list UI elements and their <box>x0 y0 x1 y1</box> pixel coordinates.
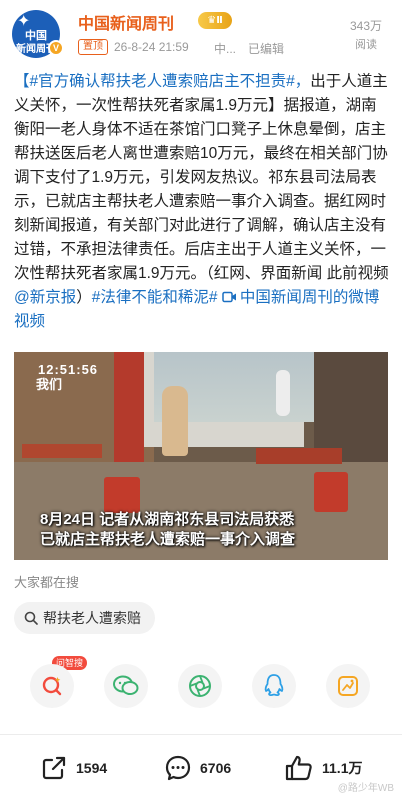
watermark: @路少年WB <box>337 783 394 794</box>
repost-button[interactable]: 1594 <box>40 754 107 782</box>
post-source: 中... <box>214 42 237 56</box>
like-count: 11.1万 <box>322 760 363 776</box>
video-caption-line2: 已就店主帮扶老人遭索赔一事介入调查 <box>40 531 296 548</box>
wechat-share-button[interactable] <box>104 664 148 708</box>
mention-link[interactable]: @新京报 <box>14 289 76 306</box>
account-name[interactable]: 中国新闻周刊 <box>78 10 174 34</box>
crown-icon: ♛ <box>207 15 217 26</box>
post-body: 据报道，湖南衡阳一老人身体不适在茶馆门口凳子上休息晕倒，店主帮扶送医后老人离世遭… <box>14 97 389 282</box>
vip-level-text: Ⅱ <box>216 15 223 26</box>
video-logo: 我们 <box>36 377 63 392</box>
topic-link-law[interactable]: #法律不能和稀泥# <box>92 289 218 306</box>
read-count-label: 阅读 <box>354 39 377 51</box>
trending-search-title: 大家都在搜 <box>14 575 80 590</box>
search-icon <box>24 611 38 625</box>
video-scene-person <box>276 370 290 416</box>
verified-badge-icon: V <box>48 40 64 56</box>
comment-button[interactable]: 6706 <box>164 754 231 782</box>
video-scene-table <box>22 444 102 458</box>
repost-count: 1594 <box>76 760 108 776</box>
comment-count: 6706 <box>200 760 232 776</box>
topic-link-headline[interactable]: 【#官方确认帮扶老人遭索赔店主不担责#， <box>14 73 310 90</box>
ai-search-button[interactable] <box>30 664 74 708</box>
pinned-badge: 置顶 <box>78 39 108 55</box>
video-camera-icon <box>222 291 236 303</box>
thumbs-up-icon <box>285 755 312 781</box>
video-scene-stool <box>314 472 348 512</box>
wechat-icon <box>113 675 139 695</box>
video-scene-person <box>162 386 188 456</box>
moments-icon <box>189 675 211 697</box>
video-scene-table <box>256 448 342 464</box>
moments-share-button[interactable] <box>178 664 222 708</box>
search-chip[interactable]: 帮扶老人遭索赔 <box>14 602 155 634</box>
video-caption: 8月24日 记者从湖南祁东县司法局获悉 已就店主帮扶老人遭索赔一事介入调查 <box>14 510 388 550</box>
edited-label[interactable]: 已编辑 <box>248 40 284 57</box>
qzone-icon <box>338 676 358 696</box>
post-header: ✦ 中国 新闻周刊 V 中国新闻周刊 ♛Ⅱ 置顶 26-8-24 21:59 中… <box>0 0 402 64</box>
qzone-share-button[interactable] <box>326 664 370 708</box>
repost-icon <box>42 756 66 780</box>
search-chip-label: 帮扶老人遭索赔 <box>43 610 141 626</box>
qq-share-button[interactable] <box>252 664 296 708</box>
post-body-tail: ） <box>76 289 92 306</box>
divider <box>0 734 402 735</box>
qq-icon <box>264 674 284 697</box>
video-scene-stool <box>104 477 140 513</box>
video-player[interactable]: 12:51:56 我们 8月24日 记者从湖南祁东县司法局获悉 已就店主帮扶老人… <box>14 352 388 560</box>
video-caption-line1: 8月24日 记者从湖南祁东县司法局获悉 <box>40 511 295 528</box>
share-row: 问智搜 <box>0 656 402 712</box>
post-text: 【#官方确认帮扶老人遭索赔店主不担责#，出于人道主义关怀，一次性帮扶死者家属1.… <box>14 70 390 334</box>
read-count: 343万 阅读 <box>350 17 382 52</box>
post-time: 26-8-24 21:59 <box>114 40 189 54</box>
vip-level-badge[interactable]: ♛Ⅱ <box>198 12 232 29</box>
read-count-value: 343万 <box>349 19 382 33</box>
ai-search-icon <box>42 676 62 696</box>
comment-icon <box>165 755 191 781</box>
like-button[interactable]: 11.1万 <box>284 754 362 782</box>
video-scene-pillar <box>114 352 144 462</box>
